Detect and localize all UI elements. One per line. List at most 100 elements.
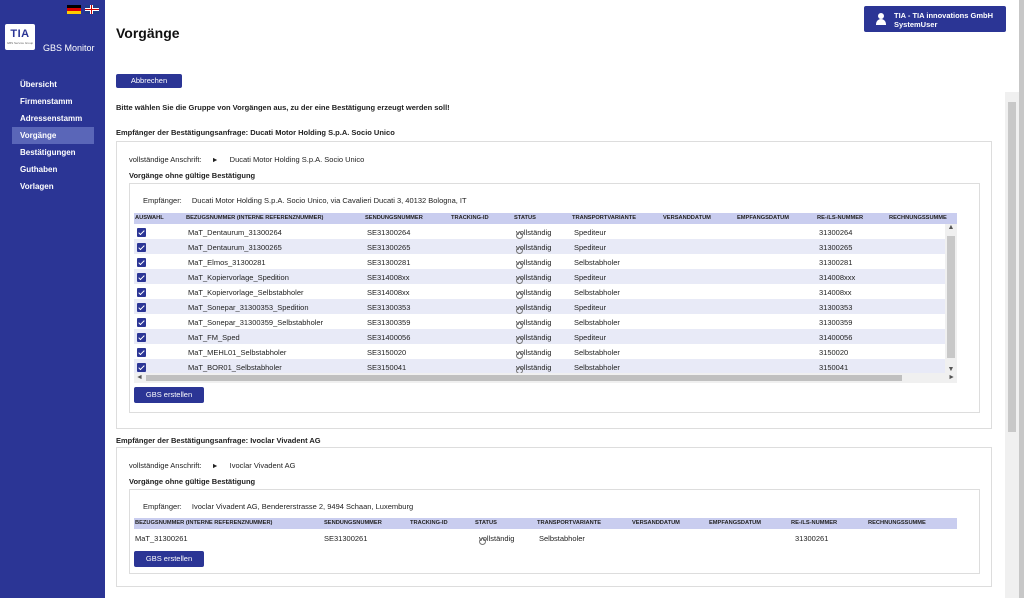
status-indicator-icon (516, 262, 523, 269)
shipment-number: SE31400056 (367, 333, 411, 342)
full-address-label: vollständige Anschrift: (129, 461, 202, 470)
column-header[interactable]: TRANSPORTVARIANTE (572, 215, 636, 221)
table-row[interactable]: MaT_Sonepar_31300353_Spedition SE31300353… (134, 299, 945, 314)
cancel-button[interactable]: Abbrechen (116, 74, 182, 88)
row-select-checkbox[interactable] (137, 348, 146, 357)
column-header[interactable]: RECHNUNGSSUMME (868, 520, 926, 526)
invoice-number: 3150041 (819, 363, 849, 372)
column-header[interactable]: STATUS (475, 520, 497, 526)
status-indicator-icon (516, 232, 523, 239)
sub-heading: Vorgänge ohne gültige Bestätigung (129, 477, 256, 486)
page-title: Vorgänge (116, 25, 180, 41)
reference-number: MaT_Kopiervorlage_Selbstabholer (188, 288, 304, 297)
german-flag-icon[interactable] (67, 5, 81, 14)
inner-panel: Empfänger: Ivoclar Vivadent AG, Benderer… (129, 489, 980, 574)
column-header[interactable]: VERSANDDATUM (632, 520, 680, 526)
column-header[interactable]: TRACKING-ID (410, 520, 448, 526)
logo-text: TIA (10, 28, 30, 40)
nav-item-uebersicht[interactable]: Übersicht (12, 76, 94, 93)
scroll-up-icon[interactable]: ▲ (945, 224, 957, 231)
arrow-right-icon: ► (211, 463, 219, 470)
column-header[interactable]: RE-/LS-NUMMER (817, 215, 863, 221)
nav-item-bestaetigungen[interactable]: Bestätigungen (12, 144, 94, 161)
transport-variant: Selbstabholer (539, 534, 585, 543)
nav-item-guthaben[interactable]: Guthaben (12, 161, 94, 178)
row-select-checkbox[interactable] (137, 318, 146, 327)
table-horizontal-scrollbar[interactable]: ◄ ► (134, 373, 957, 383)
row-select-checkbox[interactable] (137, 288, 146, 297)
reference-number: MaT_Dentaurum_31300265 (188, 243, 282, 252)
row-select-checkbox[interactable] (137, 258, 146, 267)
column-header[interactable]: EMPFANGSDATUM (737, 215, 789, 221)
user-company: TIA - TIA innovations GmbH (894, 11, 994, 20)
group-panel: vollständige Anschrift: ► Ducati Motor H… (116, 141, 992, 429)
shipment-number: SE31300265 (367, 243, 411, 252)
table-row[interactable]: MaT_MEHL01_Selbstabholer SE3150020 vollstä… (134, 344, 945, 359)
transport-variant: Spediteur (574, 273, 607, 282)
column-header[interactable]: RE-/LS-NUMMER (791, 520, 837, 526)
table-row[interactable]: MaT_FM_Sped SE31400056 vollständig Spediteu… (134, 329, 945, 344)
table-header: AUSWAHL BEZUGSNUMMER (INTERNE REFERENZNU… (134, 213, 957, 224)
inner-panel: Empfänger: Ducati Motor Holding S.p.A. S… (129, 183, 980, 413)
table-row[interactable]: MaT_31300261 SE31300261 vollständig Selbsta… (134, 530, 957, 545)
nav-item-firmenstamm[interactable]: Firmenstamm (12, 93, 94, 110)
scrollbar-thumb[interactable] (1008, 102, 1016, 432)
transport-variant: Selbstabholer (574, 258, 620, 267)
column-header[interactable]: TRACKING-ID (451, 215, 489, 221)
gbs-create-button[interactable]: GBS erstellen (134, 551, 204, 567)
row-select-checkbox[interactable] (137, 363, 146, 372)
scroll-left-icon[interactable]: ◄ (136, 374, 143, 381)
row-select-checkbox[interactable] (137, 243, 146, 252)
reference-number: MaT_Elmos_31300281 (188, 258, 266, 267)
uk-flag-icon[interactable] (85, 5, 99, 14)
table-vertical-scrollbar[interactable]: ▲ ▼ (945, 224, 957, 373)
scroll-down-icon[interactable]: ▼ (945, 366, 957, 373)
scrollbar-thumb[interactable] (947, 236, 955, 358)
group-panel: vollständige Anschrift: ► Ivoclar Vivade… (116, 447, 992, 587)
row-select-checkbox[interactable] (137, 333, 146, 342)
table-row[interactable]: MaT_Sonepar_31300359_Selbstabholer SE3130… (134, 314, 945, 329)
column-header[interactable]: SENDUNGSNUMMER (365, 215, 423, 221)
transport-variant: Spediteur (574, 243, 607, 252)
status: vollständig (516, 288, 552, 299)
table-row[interactable]: MaT_BOR01_Selbstabholer SE3150041 vollstän… (134, 359, 945, 374)
table-row[interactable]: MaT_Kopiervorlage_Selbstabholer SE314008x… (134, 284, 945, 299)
table-row[interactable]: MaT_Dentaurum_31300265 SE31300265 vollstän… (134, 239, 945, 254)
window-edge (1019, 0, 1024, 598)
recipient-value: Ducati Motor Holding S.p.A. Socio Unico,… (191, 196, 467, 205)
status-indicator-icon (516, 337, 523, 344)
status: vollständig (479, 534, 515, 545)
column-header[interactable]: TRANSPORTVARIANTE (537, 520, 601, 526)
table-row[interactable]: MaT_Dentaurum_31300264 SE31300264 vollstän… (134, 224, 945, 239)
scroll-right-icon[interactable]: ► (948, 374, 955, 381)
column-header[interactable]: EMPFANGSDATUM (709, 520, 761, 526)
column-header[interactable]: BEZUGSNUMMER (INTERNE REFERENZNUMMER) (135, 520, 272, 526)
column-header[interactable]: SENDUNGSNUMMER (324, 520, 382, 526)
page-scrollbar[interactable] (1005, 92, 1019, 598)
nav-item-adressenstamm[interactable]: Adressenstamm (12, 110, 94, 127)
column-header[interactable]: STATUS (514, 215, 536, 221)
shipment-number: SE314008xx (367, 273, 410, 282)
recipient-label: Empfänger: (143, 502, 182, 511)
table-row[interactable]: MaT_Kopiervorlage_Spedition SE314008xx vol… (134, 269, 945, 284)
shipment-number: SE31300264 (367, 228, 411, 237)
table-row[interactable]: MaT_Elmos_31300281 SE31300281 vollständig S… (134, 254, 945, 269)
scrollbar-thumb[interactable] (146, 375, 902, 381)
shipment-number: SE3150041 (367, 363, 407, 372)
row-select-checkbox[interactable] (137, 228, 146, 237)
nav-item-vorlagen[interactable]: Vorlagen (12, 178, 94, 195)
column-header[interactable]: BEZUGSNUMMER (INTERNE REFERENZNUMMER) (186, 215, 323, 221)
nav-item-vorgaenge[interactable]: Vorgänge (12, 127, 94, 144)
table-header: BEZUGSNUMMER (INTERNE REFERENZNUMMER) SE… (134, 518, 957, 529)
gbs-create-button[interactable]: GBS erstellen (134, 387, 204, 403)
column-header[interactable]: RECHNUNGSSUMME (889, 215, 947, 221)
column-header[interactable]: VERSANDDATUM (663, 215, 711, 221)
status: vollständig (516, 258, 552, 269)
user-menu[interactable]: TIA - TIA innovations GmbH SystemUser (864, 6, 1006, 32)
invoice-number: 31300261 (795, 534, 829, 543)
transport-variant: Selbstabholer (574, 288, 620, 297)
row-select-checkbox[interactable] (137, 303, 146, 312)
row-select-checkbox[interactable] (137, 273, 146, 282)
shipment-number: SE314008xx (367, 288, 410, 297)
reference-number: MaT_31300261 (135, 534, 188, 543)
